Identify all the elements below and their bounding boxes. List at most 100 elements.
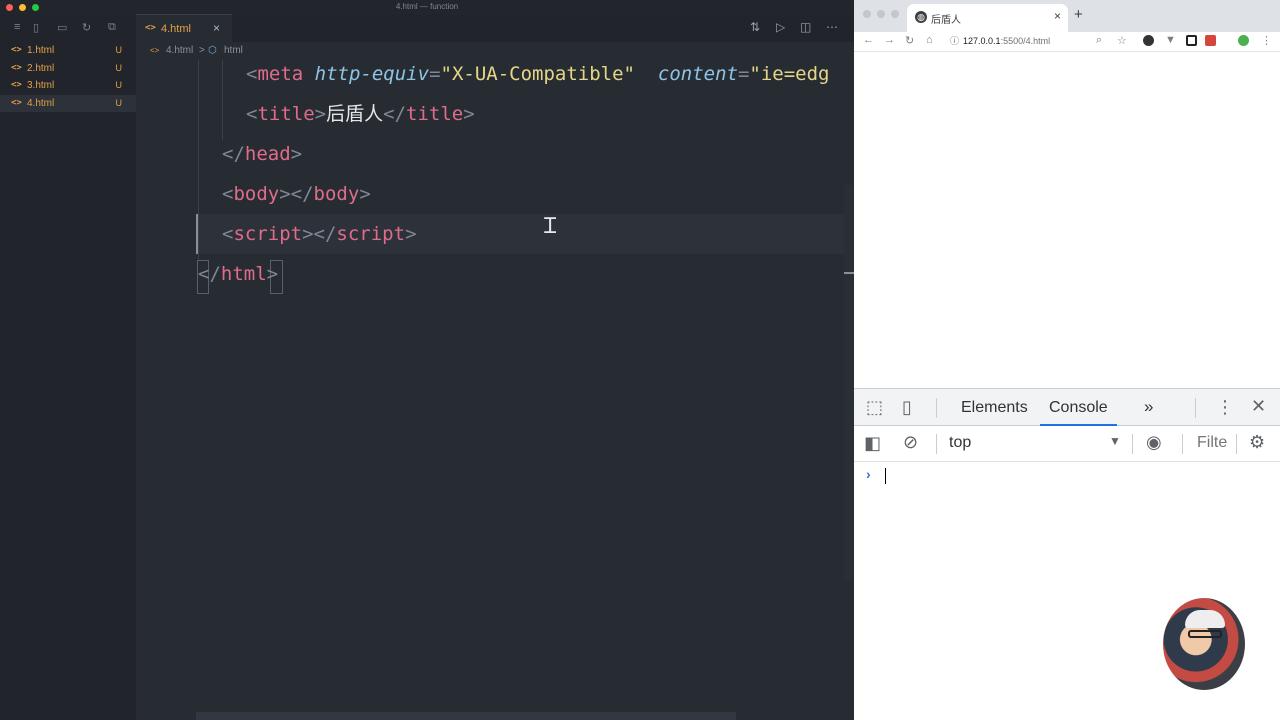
explorer-toolbar: ≡ ▯ ▭ ↻ ⧉ [0, 14, 136, 42]
code-line: <script></script> [222, 214, 417, 254]
mouse-ibeam-icon: Ɪ [544, 214, 557, 239]
file-item[interactable]: <> 3.html U [0, 77, 136, 95]
code-token: </ [383, 103, 407, 125]
zoom-icon[interactable]: ⌕ [1096, 34, 1102, 47]
collapse-all-icon[interactable]: ⧉ [108, 21, 116, 34]
indent-guide [222, 60, 223, 140]
profile-avatar-icon[interactable] [1238, 35, 1249, 46]
browser-menu-icon[interactable]: ⋮ [1261, 34, 1272, 47]
vertical-scrollbar[interactable] [844, 185, 854, 580]
tab-label: 4.html [161, 23, 191, 35]
extension-red-icon[interactable] [1205, 35, 1216, 46]
file-item[interactable]: <> 4.html U [0, 94, 136, 112]
git-status-badge: U [115, 97, 123, 108]
eye-icon[interactable]: ◉ [1146, 432, 1162, 453]
code-token: body [313, 183, 360, 205]
text-cursor [196, 214, 198, 254]
code-token: ></ [302, 223, 337, 245]
code-token: html [220, 263, 267, 285]
code-editor-window: 4.html — function ≡ ▯ ▭ ↻ ⧉ <> 1.html U <> 2… [0, 0, 854, 720]
devtools-menu-icon[interactable]: ⋮ [1216, 397, 1234, 418]
divider [1236, 434, 1237, 454]
breadcrumb-file[interactable]: 4.html [166, 45, 193, 56]
code-token: > [290, 143, 303, 165]
bookmark-star-icon[interactable]: ☆ [1117, 34, 1127, 47]
code-token: script [233, 223, 303, 245]
console-input[interactable] [885, 468, 886, 484]
html-file-icon: <> [11, 80, 22, 90]
close-devtools-icon[interactable]: ✕ [1251, 396, 1266, 417]
settings-gear-icon[interactable]: ⚙ [1249, 432, 1265, 453]
forward-icon[interactable]: → [884, 34, 895, 46]
reload-icon[interactable]: ↻ [905, 34, 914, 47]
git-status-badge: U [115, 45, 123, 55]
more-tabs-icon[interactable]: » [1144, 397, 1153, 417]
window-title: 4.html — function [395, 2, 459, 11]
code-token: = [429, 63, 441, 85]
globe-icon: ◍ [915, 11, 927, 23]
breadcrumb-node[interactable]: html [224, 45, 243, 56]
code-token: head [244, 143, 291, 165]
split-editor-icon[interactable]: ◫ [800, 20, 811, 34]
clear-console-icon[interactable]: ⊘ [903, 432, 918, 453]
code-token: content [657, 63, 738, 85]
device-toggle-icon[interactable]: ▯ [902, 397, 912, 418]
info-icon: ⓘ [950, 36, 960, 46]
code-token: > [405, 223, 417, 245]
more-actions-icon[interactable]: ⋯ [826, 20, 838, 34]
filter-input[interactable]: Filte [1197, 434, 1227, 452]
tab-console[interactable]: Console [1040, 399, 1117, 426]
file-name: 4.html [27, 97, 55, 109]
breadcrumb-separator: > [199, 45, 205, 56]
code-token: > [266, 263, 279, 285]
address-bar[interactable]: ⓘ 127.0.0.1:5500/4.html [950, 33, 1166, 50]
indent-guide [198, 60, 199, 260]
divider [1132, 434, 1133, 454]
html-file-icon: <> [11, 62, 22, 73]
code-line: <body></body> [222, 174, 371, 214]
context-selector[interactable]: top [949, 434, 971, 452]
file-item[interactable]: <> 1.html U [0, 42, 136, 60]
code-line: <title>后盾人</title> [246, 94, 475, 134]
menu-icon[interactable]: ≡ [14, 21, 20, 33]
browser-tab[interactable]: ◍ 后盾人 × [907, 4, 1068, 32]
code-token: < [246, 63, 258, 85]
back-icon[interactable]: ← [863, 34, 874, 46]
inspect-element-icon[interactable]: ⬚ [866, 397, 883, 418]
glasses [1188, 630, 1222, 638]
extension-icon[interactable] [1143, 35, 1154, 46]
code-token: </ [222, 143, 245, 165]
home-icon[interactable]: ⌂ [926, 34, 933, 46]
new-tab-button[interactable]: + [1074, 6, 1083, 23]
zoom-window-button[interactable] [891, 10, 899, 18]
new-file-icon[interactable]: ▯ [33, 21, 39, 34]
new-folder-icon[interactable]: ▭ [57, 21, 67, 34]
code-area[interactable]: <meta http-equiv="X-UA-Compatible" conte… [136, 60, 844, 710]
horizontal-scrollbar[interactable] [196, 712, 736, 720]
close-window-button[interactable] [863, 10, 871, 18]
tab-elements[interactable]: Elements [961, 399, 1028, 417]
code-token: "X-UA-Compatible" [440, 63, 635, 85]
refresh-icon[interactable]: ↻ [82, 21, 91, 34]
devtools-tab-bar: ⬚ ▯ Elements Console » ⋮ ✕ [854, 389, 1280, 426]
extension-v-icon[interactable]: ▼ [1165, 34, 1176, 46]
minimize-window-button[interactable] [877, 10, 885, 18]
compare-icon[interactable]: ⇅ [750, 20, 760, 34]
console-prompt-icon: › [866, 466, 871, 482]
sidebar-toggle-icon[interactable]: ◧ [864, 433, 881, 454]
run-icon[interactable]: ▷ [776, 20, 785, 34]
close-tab-icon[interactable]: × [1054, 9, 1061, 23]
browser-tab-title: 后盾人 [931, 15, 961, 26]
code-token: > [463, 103, 475, 125]
code-token: ></ [279, 183, 314, 205]
tab-4-html[interactable]: <> 4.html × [136, 14, 232, 42]
extension-box-icon[interactable] [1186, 35, 1197, 46]
chevron-down-icon[interactable]: ▼ [1109, 434, 1121, 448]
code-token: < [222, 183, 234, 205]
code-token: title [406, 103, 464, 125]
file-item[interactable]: <> 2.html U [0, 60, 136, 78]
code-token: = [737, 63, 750, 85]
close-tab-icon[interactable]: × [213, 21, 220, 35]
html-file-icon: <> [11, 45, 22, 55]
